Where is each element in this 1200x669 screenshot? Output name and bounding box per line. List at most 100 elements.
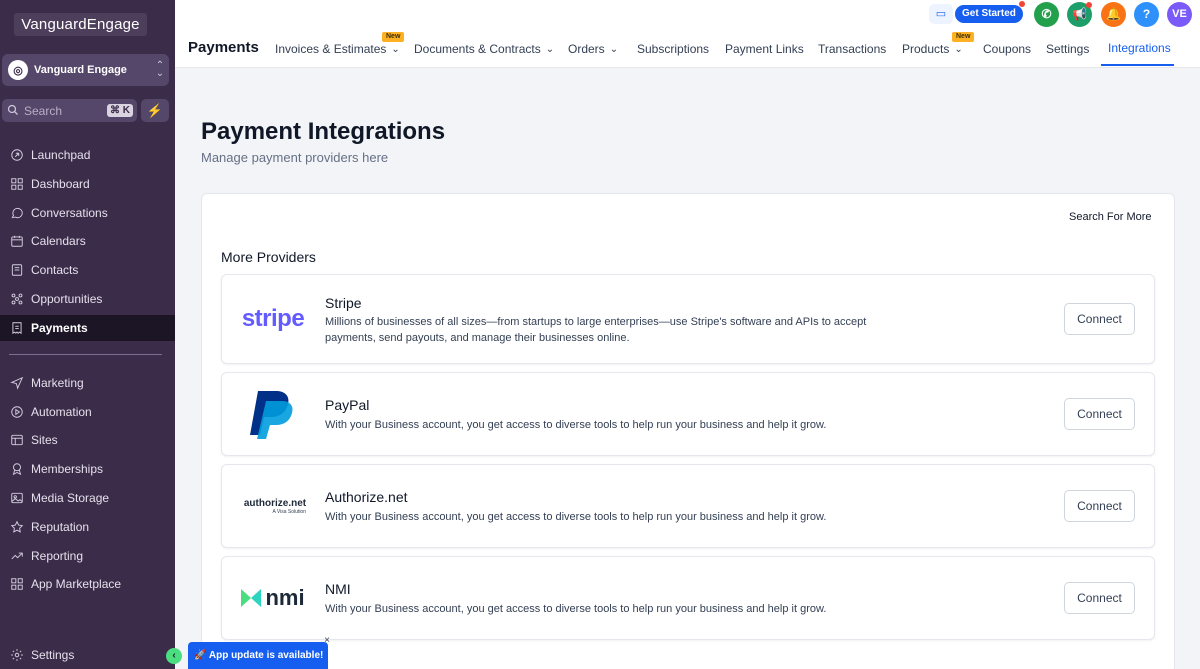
bolt-icon: ⚡ [146, 103, 164, 118]
get-started-button[interactable]: Get Started [955, 5, 1023, 23]
tab-label: Payment Links [725, 42, 804, 56]
close-icon[interactable]: × [322, 636, 332, 646]
connect-button[interactable]: Connect [1064, 303, 1135, 335]
chevron-left-icon: ‹ [172, 650, 176, 661]
gear-icon [9, 647, 25, 663]
sidebar-item-launchpad[interactable]: Launchpad [0, 142, 175, 168]
sidebar-item-label: Memberships [31, 462, 104, 476]
section-heading: More Providers [221, 249, 316, 265]
pipeline-icon [9, 291, 25, 307]
tab-label: Subscriptions [637, 42, 710, 56]
search-bar[interactable]: ⌘ K [2, 99, 137, 122]
sidebar-item-reporting[interactable]: Reporting [0, 543, 175, 569]
tab-invoices-estimates[interactable]: Invoices & Estimates ⌄ [275, 42, 400, 56]
grid-icon [9, 176, 25, 192]
provider-description: With your Business account, you get acce… [325, 603, 827, 615]
sites-icon [9, 432, 25, 448]
nmi-logo: nmi [222, 557, 322, 639]
tab-label: Documents & Contracts [414, 42, 541, 56]
sidebar-item-app-marketplace[interactable]: App Marketplace [0, 571, 175, 597]
sidebar-item-label: Payments [31, 321, 88, 335]
app-update-toast[interactable]: 🚀 App update is available! [188, 642, 328, 669]
connect-button[interactable]: Connect [1064, 490, 1135, 522]
provider-card-nmi: nmi NMI With your Business account, you … [221, 556, 1155, 640]
sidebar-item-marketing[interactable]: Marketing [0, 370, 175, 396]
rocket-icon [9, 147, 25, 163]
megaphone-icon: 📢 [1072, 7, 1087, 21]
provider-description: With your Business account, you get acce… [325, 511, 827, 523]
sidebar-item-memberships[interactable]: Memberships [0, 456, 175, 482]
credit-card-icon[interactable]: ▭ [929, 4, 953, 24]
stripe-logo: stripe [241, 305, 305, 332]
sidebar-item-label: Settings [31, 648, 75, 662]
sidebar-item-label: Calendars [31, 234, 86, 248]
tab-settings[interactable]: Settings [1046, 42, 1089, 56]
provider-card-paypal: PayPal With your Business account, you g… [221, 372, 1155, 456]
tab-label: Integrations [1108, 41, 1171, 55]
help-icon: ? [1142, 7, 1151, 21]
tab-transactions[interactable]: Transactions [818, 42, 886, 56]
provider-description: With your Business account, you get acce… [325, 419, 827, 431]
sidebar-item-label: Reputation [31, 520, 90, 534]
tab-subscriptions[interactable]: Subscriptions [637, 42, 709, 56]
chevron-down-icon: ⌄ [609, 43, 619, 55]
sidebar-item-automation[interactable]: Automation [0, 399, 175, 425]
tab-payment-links[interactable]: Payment Links [725, 42, 804, 56]
connect-button[interactable]: Connect [1064, 582, 1135, 614]
search-for-more-link[interactable]: Search For More [1069, 211, 1152, 223]
sidebar-collapse-button[interactable]: ‹ [166, 648, 182, 664]
tab-coupons[interactable]: Coupons [983, 42, 1031, 56]
new-badge: New [382, 32, 405, 42]
send-icon [9, 375, 25, 391]
notifications-button[interactable]: 🔔 [1101, 2, 1126, 27]
sidebar-item-settings[interactable]: Settings [0, 642, 175, 668]
provider-name: NMI [325, 581, 351, 597]
chevron-down-icon: ⌄ [391, 43, 400, 55]
chevron-down-icon: ⌄ [954, 43, 963, 55]
provider-name: Stripe [325, 295, 362, 311]
sidebar-item-contacts[interactable]: Contacts [0, 257, 175, 283]
notification-dot [1019, 1, 1025, 7]
account-switcher[interactable]: ◎ Vanguard Engage ⌃ ⌄ [2, 54, 169, 86]
avatar[interactable]: VE [1167, 2, 1192, 27]
sidebar-item-label: Contacts [31, 263, 79, 277]
chevron-updown-icon: ⌃ ⌄ [155, 60, 165, 79]
search-input[interactable] [24, 103, 104, 118]
phone-icon: ✆ [1041, 7, 1052, 21]
tab-documents-contracts[interactable]: Documents & Contracts ⌄ [414, 42, 554, 56]
tab-label: Coupons [983, 42, 1032, 56]
sidebar-item-label: Automation [31, 405, 92, 419]
connect-button[interactable]: Connect [1064, 398, 1135, 430]
trend-icon [9, 548, 25, 564]
tab-integrations[interactable]: Integrations [1108, 41, 1171, 55]
notification-dot [1086, 2, 1092, 8]
brand-logo[interactable]: VanguardEngage [14, 13, 147, 36]
sidebar-item-label: Dashboard [31, 177, 90, 191]
sidebar-item-opportunities[interactable]: Opportunities [0, 286, 175, 312]
receipt-icon [9, 320, 25, 336]
sidebar-item-media-storage[interactable]: Media Storage [0, 485, 175, 511]
sidebar-item-payments[interactable]: Payments [0, 315, 175, 341]
sidebar-item-conversations[interactable]: Conversations [0, 200, 175, 226]
sidebar-item-dashboard[interactable]: Dashboard [0, 171, 175, 197]
chat-icon [9, 205, 25, 221]
award-icon [9, 461, 25, 477]
authorize-net-logo: authorize.net A Visa Solution [243, 497, 307, 515]
sidebar-item-sites[interactable]: Sites [0, 427, 175, 453]
provider-name: PayPal [325, 397, 370, 413]
tab-products[interactable]: Products ⌄ [902, 42, 963, 56]
help-button[interactable]: ? [1134, 2, 1159, 27]
sidebar-item-calendars[interactable]: Calendars [0, 228, 175, 254]
new-badge: New [952, 32, 975, 42]
tab-orders[interactable]: Orders ⌄ [568, 42, 618, 56]
quick-action-button[interactable]: ⚡ [141, 99, 169, 122]
tab-label: Invoices & Estimates [275, 42, 387, 56]
phone-button[interactable]: ✆ [1034, 2, 1059, 27]
tab-label: Transactions [818, 42, 887, 56]
page-section-title: Payments [188, 39, 259, 56]
tab-label: Orders [568, 42, 605, 56]
sidebar-item-reputation[interactable]: Reputation [0, 514, 175, 540]
sidebar: VanguardEngage ◎ Vanguard Engage ⌃⌄ ⌘ K … [0, 0, 175, 669]
automation-icon [9, 404, 25, 420]
tab-label: Settings [1046, 42, 1090, 56]
